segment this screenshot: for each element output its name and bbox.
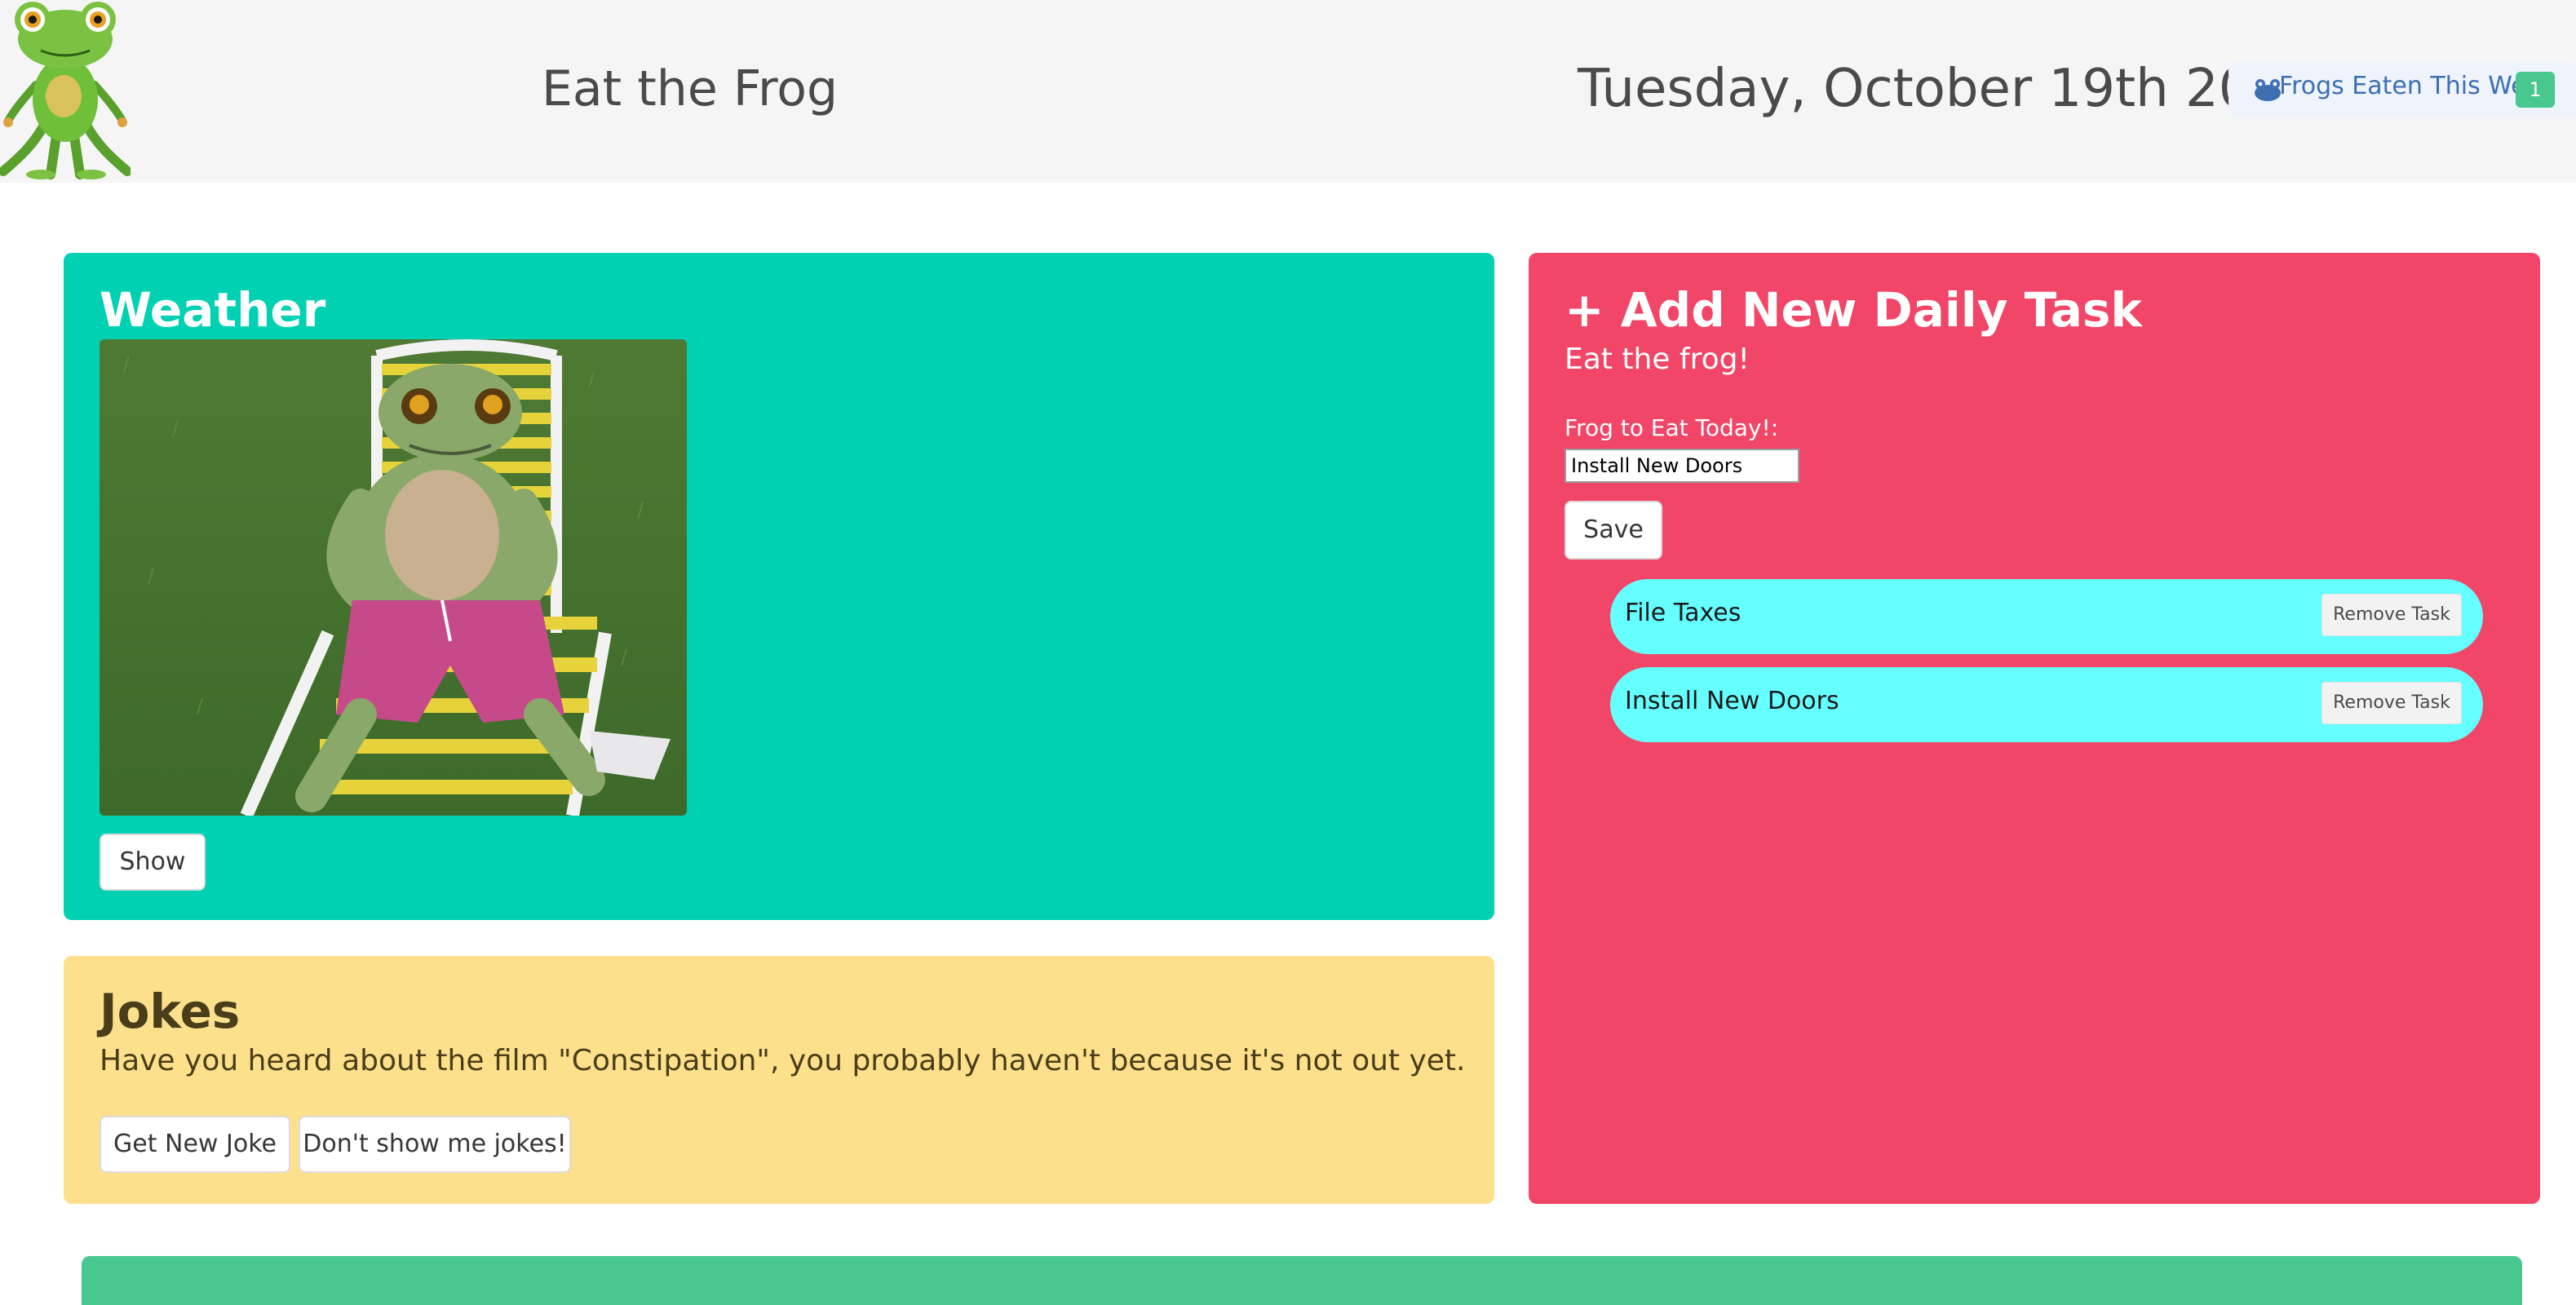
remove-task-button[interactable]: Remove Task — [2321, 682, 2462, 724]
frog-logo-icon[interactable] — [0, 0, 132, 183]
app-title: Eat the Frog — [542, 60, 839, 117]
weather-image — [100, 339, 687, 816]
task-input-label: Frog to Eat Today!: — [1565, 414, 1779, 441]
get-new-joke-button[interactable]: Get New Joke — [100, 1116, 290, 1173]
frogs-eaten-button[interactable]: Frogs Eaten This Week 1 — [2229, 62, 2576, 117]
hide-jokes-button[interactable]: Don't show me jokes! — [299, 1116, 571, 1173]
task-item: File Taxes Remove Task — [1610, 579, 2483, 654]
show-weather-button[interactable]: Show — [100, 834, 206, 891]
frogs-eaten-label: Frogs Eaten This Week — [2279, 72, 2556, 100]
frogs-eaten-count-badge: 1 — [2516, 72, 2555, 108]
current-date: Tuesday, October 19th 2021 — [1578, 59, 2318, 119]
task-item-label: Install New Doors — [1625, 687, 1839, 715]
task-input[interactable] — [1565, 449, 1799, 483]
footer-bar — [82, 1256, 2522, 1305]
jokes-card: Jokes Have you heard about the film "Con… — [64, 956, 1494, 1204]
navbar: Eat the Frog Tuesday, October 19th 2021 … — [0, 0, 2576, 183]
jokes-title: Jokes — [100, 984, 241, 1039]
joke-text: Have you heard about the film "Constipat… — [100, 1044, 1466, 1077]
weather-card: Weather Show — [64, 253, 1494, 920]
frog-icon — [2253, 77, 2282, 103]
save-task-button[interactable]: Save — [1565, 501, 1662, 560]
add-task-card: + Add New Daily Task Eat the frog! Frog … — [1529, 253, 2540, 1204]
weather-title: Weather — [100, 282, 326, 338]
add-task-subtitle: Eat the frog! — [1565, 343, 1750, 376]
task-item: Install New Doors Remove Task — [1610, 667, 2483, 742]
task-item-label: File Taxes — [1625, 599, 1742, 627]
add-task-title: + Add New Daily Task — [1565, 282, 2142, 338]
remove-task-button[interactable]: Remove Task — [2321, 594, 2462, 636]
